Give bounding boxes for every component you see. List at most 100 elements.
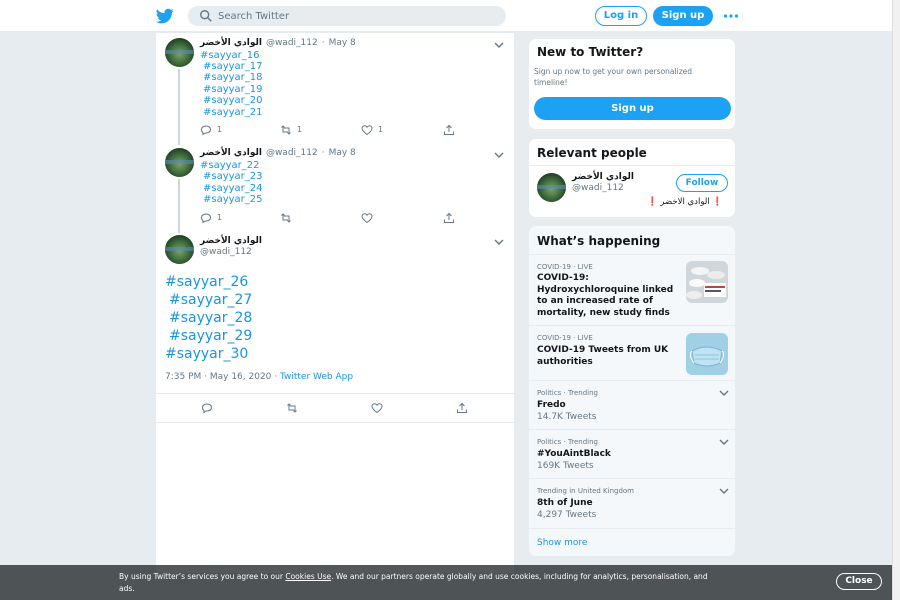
- trend-count: 4,297 Tweets: [537, 510, 597, 520]
- thread-line: [178, 69, 180, 145]
- reply-count: 1: [217, 125, 223, 134]
- cookies-use-link[interactable]: Cookies Use: [285, 572, 331, 581]
- tweet-author-name[interactable]: الوادي الأخضر @wadi_112 · May 8: [200, 38, 356, 48]
- hashtag-link[interactable]: #sayyar_16: [200, 50, 260, 61]
- tweet-author-name[interactable]: الوادي الأخضر: [200, 236, 262, 246]
- chevron-down-icon[interactable]: [494, 238, 504, 246]
- tweet-actions: [201, 402, 481, 416]
- trend-meta: COVID-19 · LIVE: [537, 334, 593, 342]
- share-icon: [444, 124, 454, 135]
- dot-separator: ·: [321, 38, 325, 48]
- heart-icon: [371, 403, 383, 414]
- chevron-down-icon[interactable]: [719, 487, 729, 495]
- trend-item[interactable]: Politics · Trending Fredo 14.7K Tweets: [529, 380, 735, 429]
- tweet-date[interactable]: May 8: [329, 148, 356, 158]
- close-button[interactable]: Close: [836, 573, 882, 590]
- card-title: New to Twitter?: [537, 45, 644, 59]
- hashtag-link[interactable]: #sayyar_25: [203, 194, 263, 205]
- avatar[interactable]: [165, 235, 194, 264]
- hashtag-link[interactable]: #sayyar_26: [165, 274, 248, 290]
- tweet-author-handle: @wadi_112: [265, 148, 318, 158]
- hashtag-link[interactable]: #sayyar_19: [203, 84, 263, 95]
- hashtag-link[interactable]: #sayyar_30: [165, 346, 248, 362]
- hashtag-link[interactable]: #sayyar_29: [169, 328, 252, 344]
- reply-count: 1: [217, 213, 223, 222]
- card-title: Relevant people: [537, 146, 647, 160]
- person-name[interactable]: الوادي الأخضر: [572, 172, 634, 182]
- reply-icon: [200, 213, 212, 224]
- trend-title: COVID-19: Hydroxychloroquine linked to a…: [537, 273, 674, 318]
- person-handle[interactable]: @wadi_112: [572, 183, 624, 193]
- trend-title: 8th of June: [537, 498, 593, 508]
- avatar[interactable]: [537, 173, 566, 202]
- relevant-people-card: Relevant people الوادي الأخضر @wadi_112 …: [528, 138, 736, 218]
- tweet-author-handle: @wadi_112: [265, 38, 318, 48]
- tweet[interactable]: الوادي الأخضر @wadi_112 · May 8 #sayyar_22 …: [156, 143, 514, 235]
- more-options-icon[interactable]: [723, 10, 739, 22]
- share-icon: [457, 402, 467, 413]
- hashtag-link[interactable]: #sayyar_20: [203, 95, 263, 106]
- signup-button[interactable]: Sign up: [534, 97, 731, 120]
- divider: [156, 422, 514, 423]
- hashtag-link[interactable]: #sayyar_27: [169, 292, 252, 308]
- trend-meta: COVID-19 · LIVE: [537, 263, 593, 271]
- hashtag-link[interactable]: #sayyar_24: [203, 183, 263, 194]
- trend-item[interactable]: COVID-19 · LIVE COVID-19: Hydroxychloroq…: [529, 254, 735, 325]
- tweet-actions: 1: [200, 212, 480, 226]
- tweet-author-handle[interactable]: @wadi_112: [200, 247, 252, 257]
- search-box[interactable]: [188, 6, 506, 26]
- tweet[interactable]: الوادي الأخضر @wadi_112 · May 8 #sayyar_16 …: [156, 33, 514, 145]
- retweet-icon: [281, 125, 291, 135]
- hashtag-link[interactable]: #sayyar_23: [203, 171, 263, 182]
- share-icon: [444, 212, 454, 223]
- trend-meta: Politics · Trending: [537, 389, 598, 397]
- scrollbar[interactable]: [892, 0, 900, 600]
- tweet-date[interactable]: May 8: [329, 38, 356, 48]
- trend-item[interactable]: Politics · Trending #YouAintBlack 169K T…: [529, 429, 735, 478]
- trend-meta: Politics · Trending: [537, 438, 598, 446]
- card-title: What’s happening: [537, 234, 661, 248]
- avatar[interactable]: [165, 38, 194, 67]
- divider: [529, 165, 735, 166]
- person-bio: ❗ الوادي الاخضر ❗: [647, 197, 723, 207]
- tweet-source-link[interactable]: Twitter Web App: [280, 372, 353, 382]
- cookie-text: By using Twitter’s services you agree to…: [119, 572, 708, 593]
- mask-image: [686, 333, 728, 375]
- chevron-down-icon[interactable]: [719, 389, 729, 397]
- search-icon: [200, 10, 212, 22]
- top-navigation-bar: Log in Sign up: [0, 0, 892, 32]
- hashtag-link[interactable]: #sayyar_22: [200, 160, 260, 171]
- main-tweet: الوادي الأخضر @wadi_112 #sayyar_26 #sayy…: [156, 230, 514, 423]
- whats-happening-card: What’s happening COVID-19 · LIVE COVID-1…: [528, 225, 736, 557]
- divider: [156, 393, 514, 394]
- retweet-count: 1: [297, 125, 303, 134]
- tweet-time[interactable]: 7:35 PM · May 16, 2020 ·: [165, 372, 280, 382]
- hashtag-link[interactable]: #sayyar_21: [203, 107, 263, 118]
- like-count: 1: [378, 125, 384, 134]
- tweet-author-name[interactable]: الوادي الأخضر @wadi_112 · May 8: [200, 148, 356, 158]
- tweet-actions: 1 1 1: [200, 124, 480, 138]
- show-more-row: Show more: [529, 528, 735, 556]
- trend-title: Fredo: [537, 400, 566, 410]
- trend-meta: Trending in United Kingdom: [537, 487, 634, 495]
- retweet-icon: [287, 403, 297, 413]
- dot-separator: ·: [321, 148, 325, 158]
- follow-button[interactable]: Follow: [676, 174, 728, 192]
- hashtag-link[interactable]: #sayyar_17: [203, 61, 263, 72]
- chevron-down-icon[interactable]: [719, 438, 729, 446]
- signup-button[interactable]: Sign up: [653, 6, 713, 26]
- search-input[interactable]: [218, 6, 498, 26]
- chevron-down-icon[interactable]: [494, 151, 504, 159]
- hashtag-link[interactable]: #sayyar_18: [203, 72, 263, 83]
- twitter-logo-icon[interactable]: [156, 7, 174, 25]
- hashtag-link[interactable]: #sayyar_28: [169, 310, 252, 326]
- trend-count: 14.7K Tweets: [537, 412, 597, 422]
- trend-item[interactable]: COVID-19 · LIVE COVID-19 Tweets from UK …: [529, 325, 735, 380]
- chevron-down-icon[interactable]: [494, 41, 504, 49]
- avatar[interactable]: [165, 148, 194, 177]
- trend-item[interactable]: Trending in United Kingdom 8th of June 4…: [529, 478, 735, 528]
- reply-icon: [201, 403, 213, 414]
- login-button[interactable]: Log in: [595, 6, 647, 26]
- show-more-link[interactable]: Show more: [537, 538, 587, 548]
- new-to-twitter-card: New to Twitter? Sign up now to get your …: [528, 38, 736, 130]
